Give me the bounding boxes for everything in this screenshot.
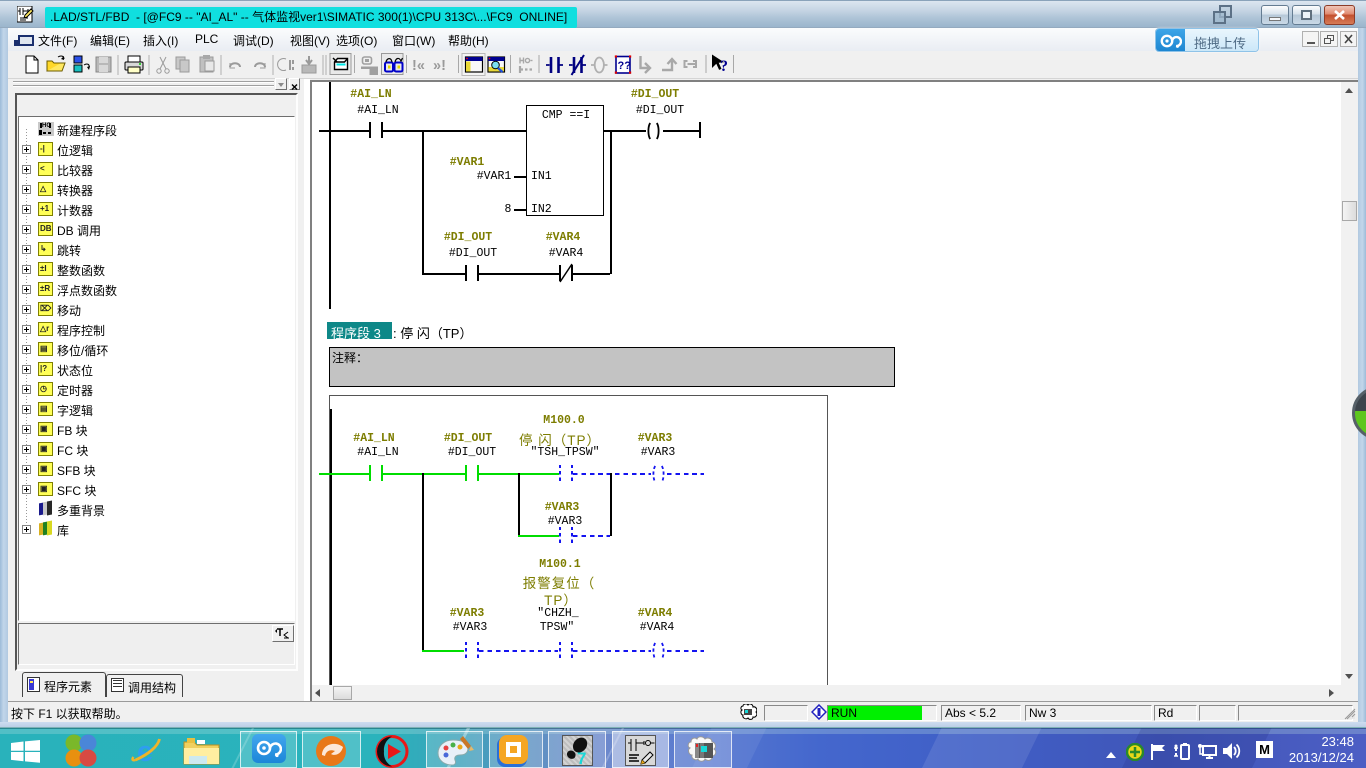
svg-text:!«: !« [412,58,425,74]
svg-text:7: 7 [577,749,586,767]
svg-text:»!: »! [433,58,446,74]
svg-text:??: ?? [618,60,632,72]
svg-text:?: ? [720,58,728,75]
